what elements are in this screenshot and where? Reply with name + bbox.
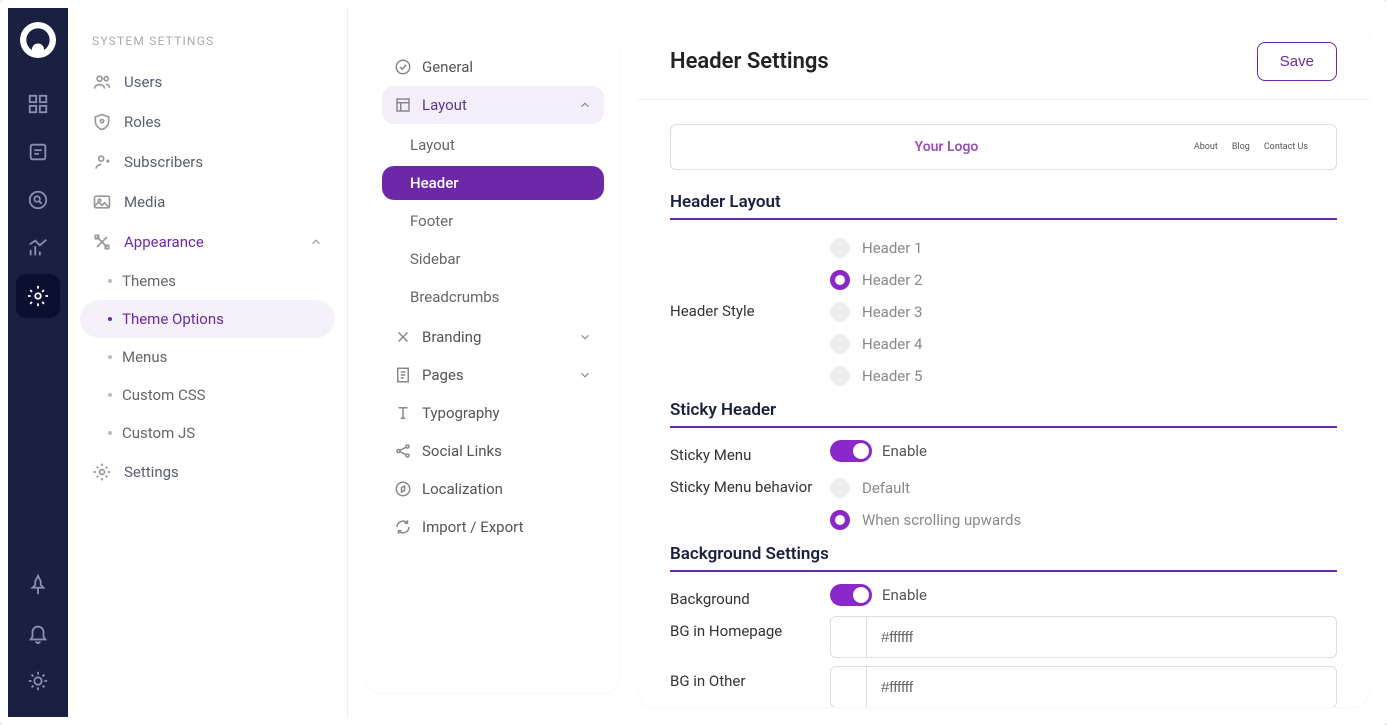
opt-branding[interactable]: Branding — [382, 318, 604, 356]
opt-sub-breadcrumbs[interactable]: Breadcrumbs — [382, 280, 604, 314]
sidebar-item-label: Appearance — [124, 233, 204, 251]
sidebar-item-appearance[interactable]: Appearance — [80, 222, 335, 262]
chevron-up-icon — [578, 98, 592, 112]
branding-icon — [394, 328, 412, 346]
header-preview: Your Logo About Blog Contact Us — [670, 124, 1337, 170]
main-panel: Header Settings Save Your Logo About Blo… — [638, 18, 1369, 707]
compass-icon — [394, 480, 412, 498]
sticky-menu-label: Sticky Menu — [670, 440, 830, 464]
sidebar-item-label: Media — [124, 193, 165, 211]
check-circle-icon — [394, 58, 412, 76]
radio-behavior-default[interactable]: Default — [830, 472, 1337, 504]
appearance-icon — [92, 232, 112, 252]
opt-localization[interactable]: Localization — [382, 470, 604, 508]
share-icon — [394, 442, 412, 460]
opt-sub-layout[interactable]: Layout — [382, 128, 604, 162]
opt-typography[interactable]: Typography — [382, 394, 604, 432]
pages-icon — [394, 366, 412, 384]
sidebar-item-label: Subscribers — [124, 153, 203, 171]
opt-sub-header[interactable]: Header — [382, 166, 604, 200]
rail-theme-icon[interactable] — [16, 659, 60, 703]
sidebar-item-settings[interactable]: Settings — [80, 452, 335, 492]
radio-header-4[interactable]: Header 4 — [830, 328, 1337, 360]
sidebar-item-media[interactable]: Media — [80, 182, 335, 222]
page-title: Header Settings — [670, 49, 829, 74]
typography-icon — [394, 404, 412, 422]
rail-dashboard-icon[interactable] — [16, 82, 60, 126]
sidebar-item-users[interactable]: Users — [80, 62, 335, 102]
enable-label: Enable — [882, 586, 927, 604]
sidebar-item-label: Users — [124, 73, 162, 91]
preview-nav-item: Contact Us — [1264, 142, 1308, 152]
media-icon — [92, 192, 112, 212]
opt-social-links[interactable]: Social Links — [382, 432, 604, 470]
background-label: Background — [670, 584, 830, 608]
rail-search-icon[interactable] — [16, 178, 60, 222]
bg-other-swatch[interactable] — [831, 667, 867, 707]
section-header-layout: Header Layout — [670, 192, 1337, 220]
preview-logo-text: Your Logo — [699, 139, 1194, 155]
app-logo[interactable] — [20, 22, 56, 58]
bg-homepage-input[interactable] — [867, 619, 1336, 656]
sidebar-sub-themes[interactable]: Themes — [80, 262, 335, 300]
chevron-up-icon — [309, 235, 323, 249]
opt-general[interactable]: General — [382, 48, 604, 86]
shield-icon — [92, 112, 112, 132]
sidebar-sub-custom-css[interactable]: Custom CSS — [80, 376, 335, 414]
opt-import-export[interactable]: Import / Export — [382, 508, 604, 546]
sticky-menu-toggle[interactable] — [830, 440, 872, 462]
sidebar-title: SYSTEM SETTINGS — [80, 28, 335, 62]
sidebar-item-label: Roles — [124, 113, 161, 131]
section-background: Background Settings — [670, 544, 1337, 572]
opt-sub-sidebar[interactable]: Sidebar — [382, 242, 604, 276]
rail-content-icon[interactable] — [16, 130, 60, 174]
sticky-behavior-label: Sticky Menu behavior — [670, 472, 830, 496]
preview-nav-item: Blog — [1232, 142, 1250, 152]
chevron-down-icon — [578, 368, 592, 382]
radio-header-3[interactable]: Header 3 — [830, 296, 1337, 328]
sidebar-item-subscribers[interactable]: Subscribers — [80, 142, 335, 182]
sidebar-item-label: Settings — [124, 463, 179, 481]
opt-layout[interactable]: Layout — [382, 86, 604, 124]
icon-rail — [8, 8, 68, 717]
bg-homepage-label: BG in Homepage — [670, 616, 830, 640]
radio-header-2[interactable]: Header 2 — [830, 264, 1337, 296]
system-settings-sidebar: SYSTEM SETTINGS Users Roles Subscribers … — [68, 8, 348, 717]
gear-icon — [92, 462, 112, 482]
bg-homepage-swatch[interactable] — [831, 617, 867, 657]
opt-pages[interactable]: Pages — [382, 356, 604, 394]
enable-label: Enable — [882, 442, 927, 460]
rail-settings-icon[interactable] — [16, 274, 60, 318]
users-icon — [92, 72, 112, 92]
rail-pin-icon[interactable] — [16, 563, 60, 607]
background-toggle[interactable] — [830, 584, 872, 606]
radio-header-1[interactable]: Header 1 — [830, 232, 1337, 264]
rail-analytics-icon[interactable] — [16, 226, 60, 270]
sidebar-sub-menus[interactable]: Menus — [80, 338, 335, 376]
radio-header-5[interactable]: Header 5 — [830, 360, 1337, 392]
bg-other-label: BG in Other — [670, 666, 830, 690]
rail-bell-icon[interactable] — [16, 611, 60, 655]
radio-behavior-upwards[interactable]: When scrolling upwards — [830, 504, 1337, 536]
preview-nav-item: About — [1194, 142, 1218, 152]
bg-other-input[interactable] — [867, 669, 1336, 706]
layout-icon — [394, 96, 412, 114]
import-export-icon — [394, 518, 412, 536]
header-style-label: Header Style — [670, 232, 830, 320]
theme-options-nav: General Layout Layout Header Footer Side… — [348, 8, 638, 717]
save-button[interactable]: Save — [1257, 42, 1337, 81]
sidebar-item-roles[interactable]: Roles — [80, 102, 335, 142]
sidebar-sub-custom-js[interactable]: Custom JS — [80, 414, 335, 452]
chevron-down-icon — [578, 330, 592, 344]
sidebar-sub-theme-options[interactable]: Theme Options — [80, 300, 335, 338]
section-sticky-header: Sticky Header — [670, 400, 1337, 428]
opt-sub-footer[interactable]: Footer — [382, 204, 604, 238]
subscribers-icon — [92, 152, 112, 172]
